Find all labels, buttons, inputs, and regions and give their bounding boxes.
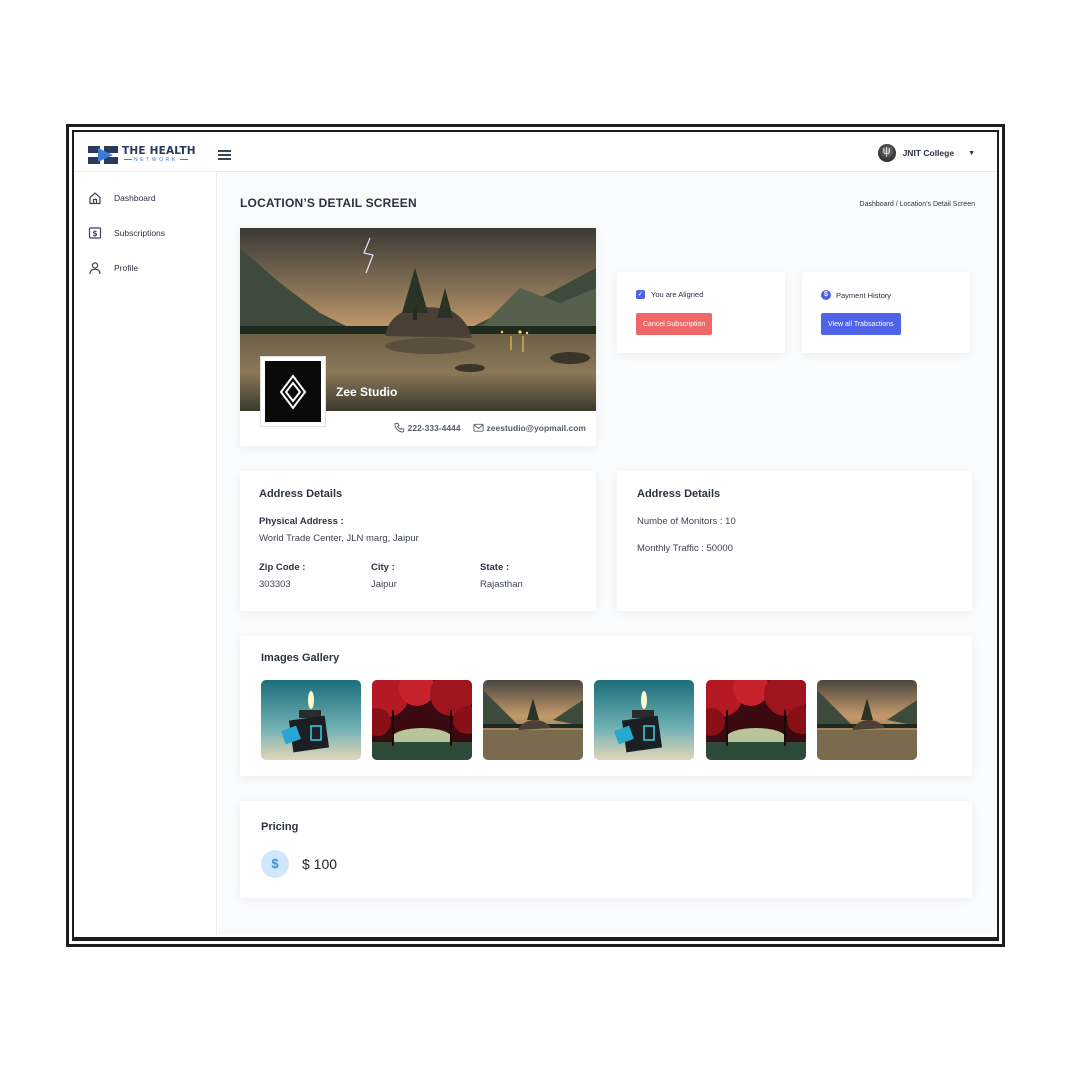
mountain-lake-photo bbox=[483, 680, 583, 760]
address-details-card: Address Details Physical Address : World… bbox=[240, 471, 596, 611]
monitor-count: Numbe of Monitors : 10 bbox=[637, 516, 736, 527]
location-profile-card: Zee Studio 222-333-4444 zeestudio@yopmai… bbox=[240, 228, 596, 446]
svg-text:$: $ bbox=[92, 229, 97, 238]
sidebar: Dashboard $ Subscriptions Profile bbox=[74, 173, 217, 935]
studio-logo bbox=[260, 356, 326, 427]
sidebar-item-dashboard[interactable]: Dashboard bbox=[88, 189, 156, 207]
studio-name: Zee Studio bbox=[336, 385, 398, 399]
gallery-image-4[interactable] bbox=[594, 680, 694, 760]
sidebar-item-label: Profile bbox=[114, 263, 139, 273]
device-frame-bottom bbox=[72, 937, 999, 941]
monthly-traffic: Monthly Traffic : 50000 bbox=[637, 543, 733, 554]
zip-code-label: Zip Code : bbox=[259, 562, 306, 573]
mountain-lake-photo bbox=[817, 680, 917, 760]
avatar bbox=[877, 144, 896, 162]
diamond-logo-icon bbox=[279, 373, 307, 410]
pricing-card: Pricing $ $ 100 bbox=[240, 801, 972, 898]
zip-code-value: 303303 bbox=[259, 579, 291, 590]
images-gallery-card: Images Gallery bbox=[240, 636, 972, 776]
aligned-row: You are Aligned bbox=[636, 290, 703, 299]
brand-title: THE HEALTH bbox=[122, 145, 196, 157]
top-bar: THE HEALTH NETWORK JNIT College ▼ bbox=[74, 132, 997, 172]
dollar-icon: $ bbox=[261, 850, 289, 878]
payment-history-label: Payment History bbox=[836, 290, 892, 300]
gallery-image-1[interactable] bbox=[261, 680, 361, 760]
address-card-title: Address Details bbox=[259, 488, 343, 500]
brand-subtitle: NETWORK bbox=[122, 157, 190, 163]
red-trees-photo bbox=[372, 680, 472, 760]
gallery-image-2[interactable] bbox=[372, 680, 472, 760]
view-transactions-button[interactable]: View all Trabsactions bbox=[821, 313, 901, 335]
user-name: JNIT College bbox=[902, 148, 955, 158]
user-menu[interactable]: JNIT College ▼ bbox=[877, 143, 975, 163]
gallery-image-5[interactable] bbox=[706, 680, 806, 760]
lighter-photo bbox=[261, 680, 361, 760]
monitor-card-title: Address Details bbox=[637, 488, 721, 500]
city-value: Jaipur bbox=[371, 579, 397, 590]
payment-history-row: $ Payment History bbox=[821, 290, 891, 300]
physical-address-label: Physical Address : bbox=[259, 516, 344, 527]
contact-row: 222-333-4444 zeestudio@yopmail.com bbox=[394, 422, 586, 433]
cancel-subscription-button[interactable]: Cancel Subscription bbox=[636, 313, 713, 335]
monitor-details-card: Address Details Numbe of Monitors : 10 M… bbox=[617, 471, 972, 611]
price-value: $ 100 bbox=[302, 856, 338, 872]
physical-address-value: World Trade Center, JLN marg, Jaipur bbox=[259, 533, 419, 544]
breadcrumb[interactable]: Dashboard / Location’s Detail Screen bbox=[860, 201, 975, 208]
state-label: State : bbox=[480, 562, 510, 573]
aligned-label: You are Aligned bbox=[651, 290, 704, 299]
gallery-title: Images Gallery bbox=[261, 652, 340, 664]
sidebar-item-label: Dashboard bbox=[114, 193, 156, 203]
user-icon bbox=[89, 262, 101, 275]
brand-subtitle-text: NETWORK bbox=[134, 157, 178, 163]
play-logo-icon bbox=[88, 146, 118, 164]
lighter-photo bbox=[594, 680, 694, 760]
phone-number[interactable]: 222-333-4444 bbox=[408, 423, 461, 433]
sidebar-item-label: Subscriptions bbox=[114, 228, 166, 238]
page-title: LOCATION’S DETAIL SCREEN bbox=[240, 196, 417, 210]
mail-icon bbox=[473, 423, 484, 432]
aligned-checkbox[interactable] bbox=[636, 290, 645, 299]
dollar-square-icon: $ bbox=[88, 227, 102, 239]
sidebar-item-subscriptions[interactable]: $ Subscriptions bbox=[88, 224, 165, 242]
phone-icon bbox=[394, 422, 404, 433]
city-label: City : bbox=[371, 562, 395, 573]
sidebar-item-profile[interactable]: Profile bbox=[88, 259, 138, 277]
state-value: Rajasthan bbox=[480, 579, 523, 590]
dollar-circle-icon: $ bbox=[821, 290, 831, 300]
caret-down-icon[interactable]: ▼ bbox=[968, 150, 975, 157]
main-content: LOCATION’S DETAIL SCREEN Dashboard / Loc… bbox=[218, 173, 997, 935]
gallery-image-3[interactable] bbox=[483, 680, 583, 760]
pricing-title: Pricing bbox=[261, 821, 299, 833]
home-icon bbox=[89, 192, 101, 205]
subscription-status-card: You are Aligned Cancel Subscription bbox=[617, 272, 785, 353]
email-address[interactable]: zeestudio@yopmail.com bbox=[487, 423, 586, 433]
payment-history-card: $ Payment History View all Trabsactions bbox=[802, 272, 970, 353]
brand-logo[interactable]: THE HEALTH NETWORK bbox=[88, 144, 202, 164]
red-trees-photo bbox=[706, 680, 806, 760]
gallery-image-6[interactable] bbox=[817, 680, 917, 760]
hamburger-icon[interactable] bbox=[218, 150, 231, 160]
